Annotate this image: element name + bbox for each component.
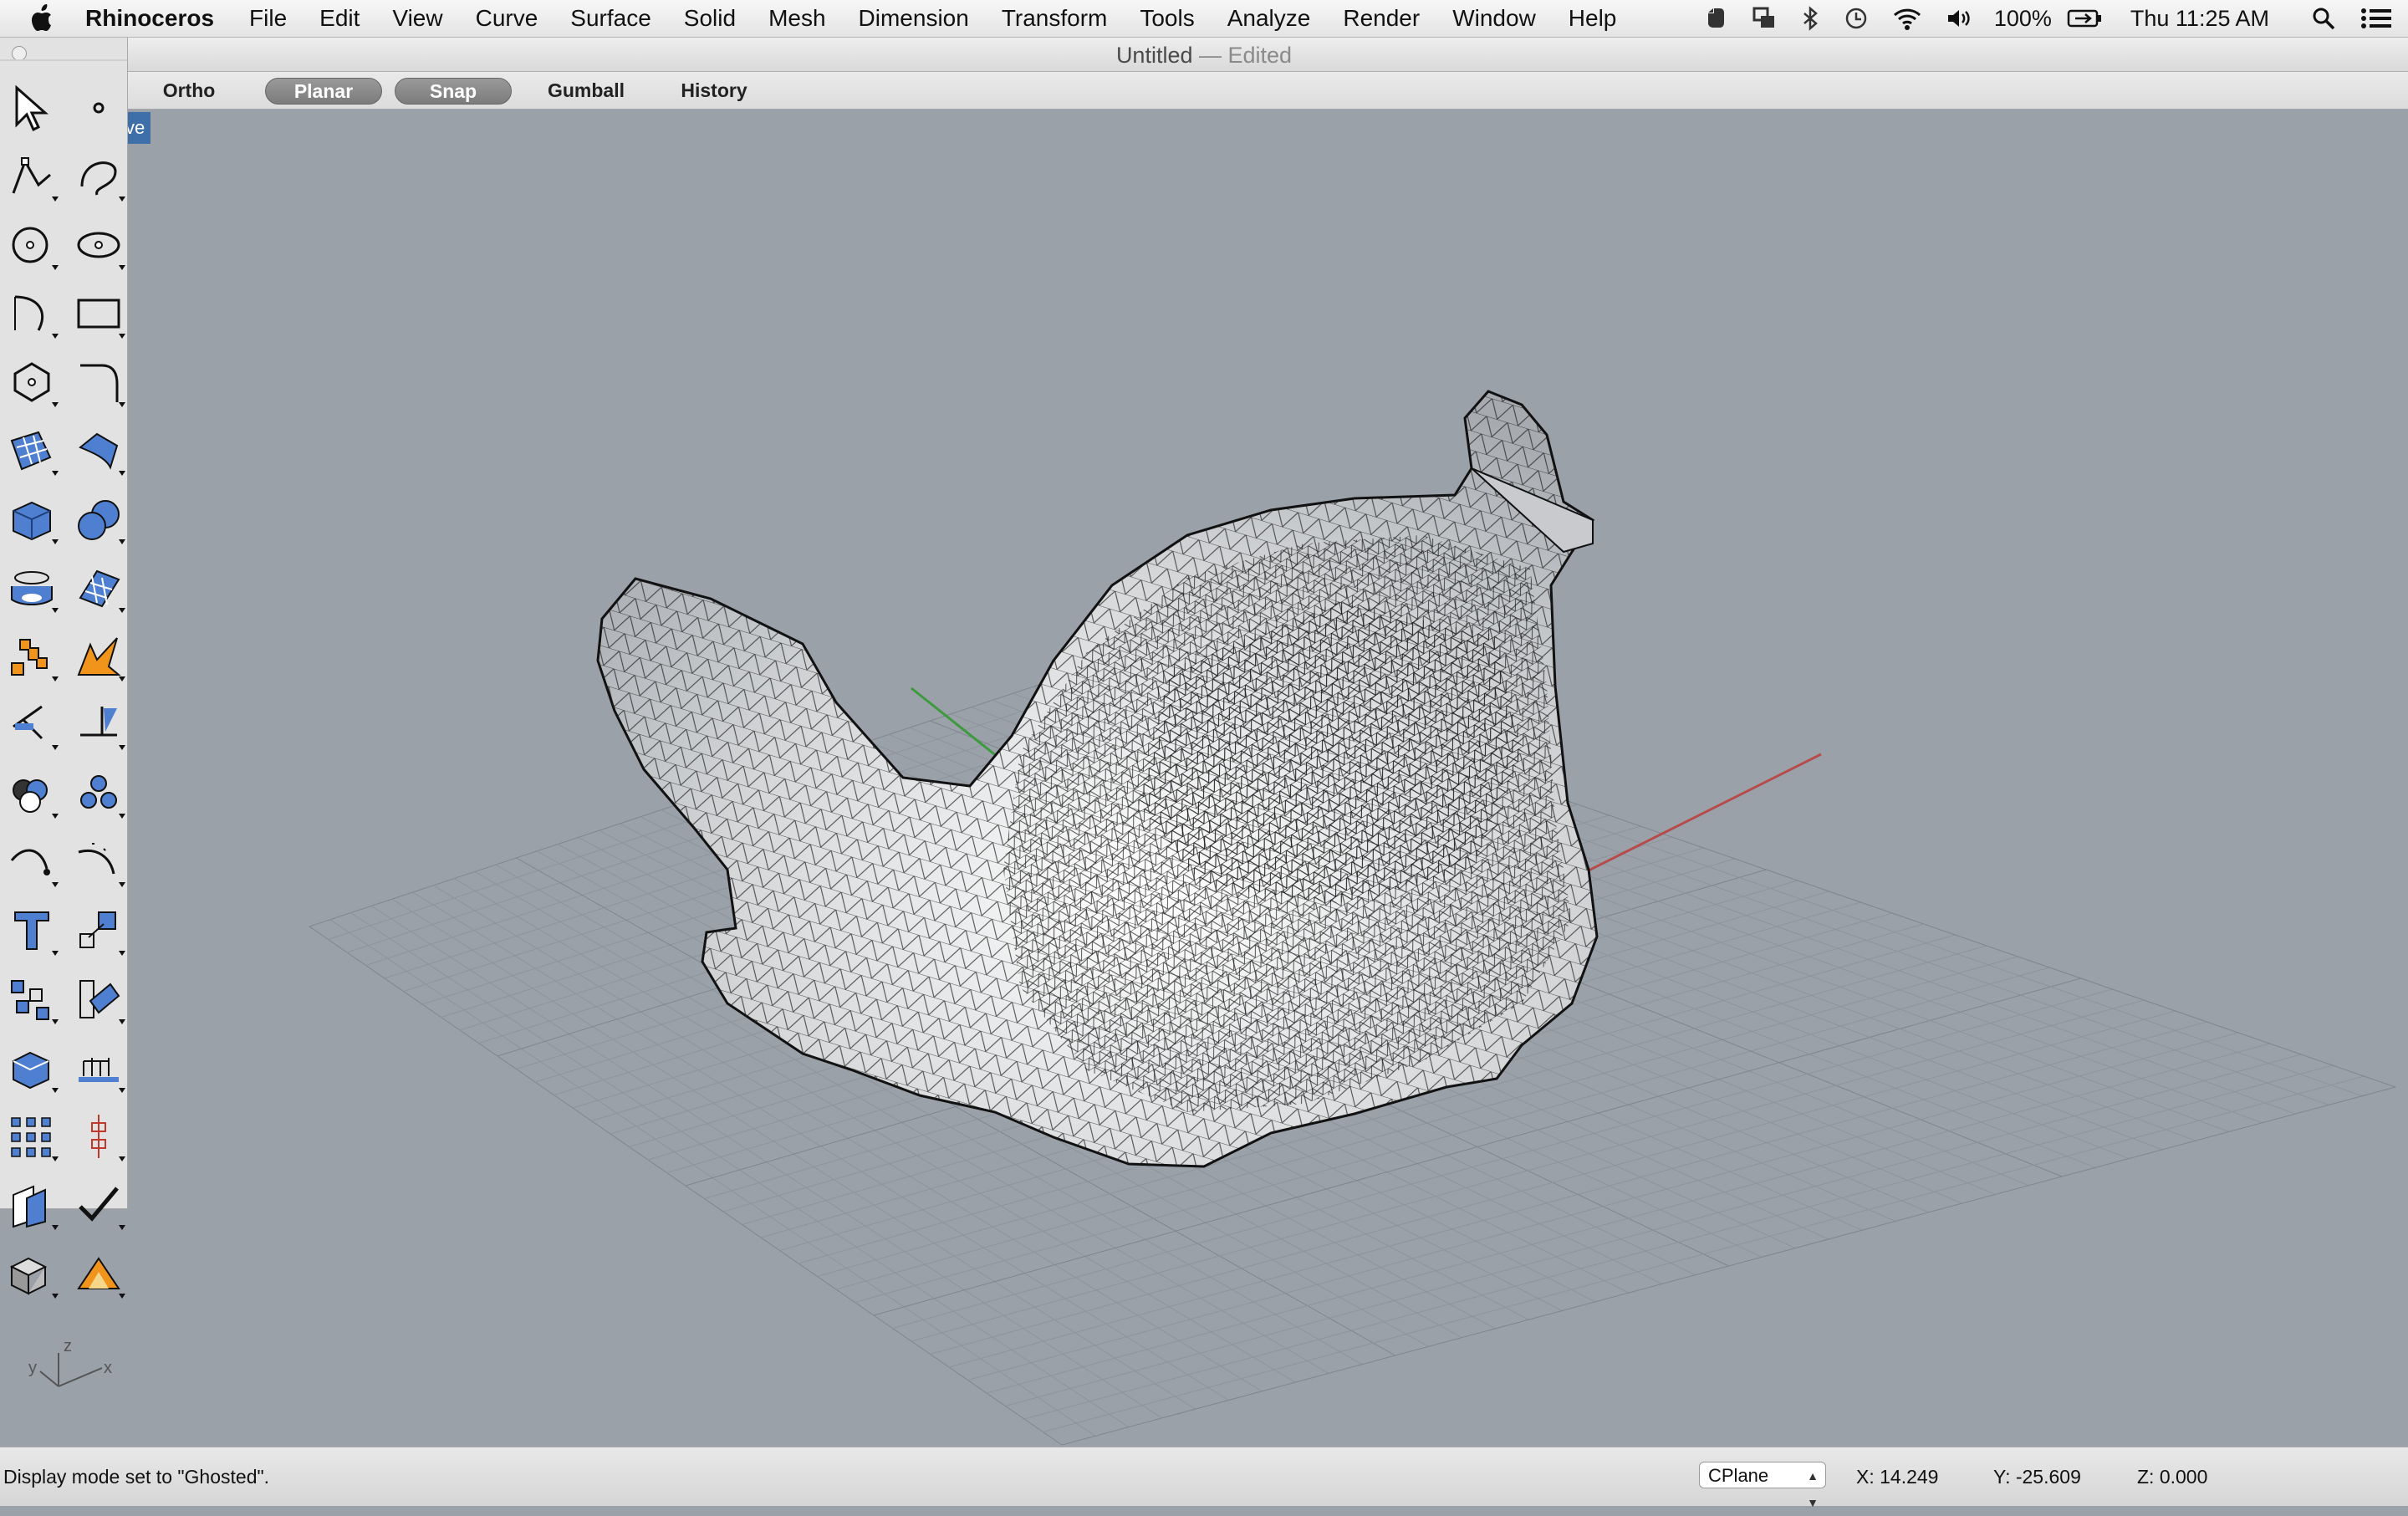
project-tool-icon[interactable] xyxy=(72,972,125,1026)
y-coordinate: Y: -25.609 xyxy=(1993,1466,2081,1488)
dimension-stairs-tool-icon[interactable] xyxy=(72,1041,125,1095)
axis-label-x: x xyxy=(104,1359,112,1377)
apple-icon[interactable] xyxy=(30,4,55,33)
modeling-aids-bar: Ortho Planar Snap Gumball History xyxy=(127,72,2408,110)
boolean-union-tool-icon[interactable] xyxy=(5,767,59,820)
viewport-canvas[interactable]: z y x xyxy=(0,110,2408,1447)
menu-view[interactable]: View xyxy=(392,5,442,32)
menu-dimension[interactable]: Dimension xyxy=(859,5,969,32)
point-tool-icon[interactable] xyxy=(72,81,125,135)
menu-file[interactable]: File xyxy=(249,5,287,32)
polygon-tool-icon[interactable] xyxy=(5,355,59,409)
transform-group-tool-icon[interactable] xyxy=(5,972,59,1026)
axis-label-y: y xyxy=(28,1359,37,1377)
z-coordinate: Z: 0.000 xyxy=(2137,1466,2208,1488)
surface-from-points-tool-icon[interactable] xyxy=(5,424,59,477)
sphere-tool-icon[interactable] xyxy=(72,493,125,546)
app-menu[interactable]: Rhinoceros xyxy=(85,5,214,32)
trim-tool-icon[interactable] xyxy=(5,698,59,752)
clock[interactable]: Thu 11:25 AM xyxy=(2130,6,2269,32)
bluetooth-icon[interactable] xyxy=(1800,6,1820,31)
rectangle-tool-icon[interactable] xyxy=(72,287,125,340)
document-name: Untitled xyxy=(1115,43,1193,68)
snap-toggle[interactable]: Snap xyxy=(395,78,512,105)
notification-list-icon[interactable] xyxy=(2360,6,2393,31)
status-bar: Display mode set to "Ghosted". CPlane ▲ ▼ … xyxy=(0,1447,2408,1509)
x-axis-line xyxy=(1579,753,1822,876)
planar-toggle[interactable]: Planar xyxy=(265,78,382,105)
axis-triad xyxy=(39,1353,103,1387)
menu-render[interactable]: Render xyxy=(1343,5,1420,32)
extrude-surface-tool-icon[interactable] xyxy=(72,424,125,477)
menu-extras: 100% Thu 11:25 AM xyxy=(1691,0,2408,37)
window-title: Untitled — Edited xyxy=(0,43,2408,69)
menu-tools[interactable]: Tools xyxy=(1140,5,1194,32)
curve-blend-tool-icon[interactable] xyxy=(72,835,125,889)
mesh-plane-tool-icon[interactable] xyxy=(72,561,125,615)
ellipse-tool-icon[interactable] xyxy=(72,218,125,272)
boolean-split-tool-icon[interactable] xyxy=(72,767,125,820)
grid-line xyxy=(1061,1086,2396,1446)
menu-bar: Rhinoceros File Edit View Curve Surface … xyxy=(0,0,2408,38)
document-state: Edited xyxy=(1227,43,1293,68)
curve-tool-icon[interactable] xyxy=(72,150,125,203)
battery-percentage: 100% xyxy=(1993,5,2052,31)
viewport-title-tab[interactable]: ve xyxy=(125,112,150,144)
shade-tool-icon[interactable] xyxy=(5,1247,59,1300)
axis-label-z: z xyxy=(64,1337,72,1355)
menu-analyze[interactable]: Analyze xyxy=(1227,5,1311,32)
polyline-tool-icon[interactable] xyxy=(5,150,59,203)
status-message: Display mode set to "Ghosted". xyxy=(3,1466,270,1488)
scale-tool-icon[interactable] xyxy=(72,904,125,957)
array-tool-icon[interactable] xyxy=(5,1110,59,1163)
menu-solid[interactable]: Solid xyxy=(684,5,736,32)
wifi-icon[interactable] xyxy=(1892,6,1922,31)
box-tool-icon[interactable] xyxy=(5,493,59,546)
window-title-bar[interactable]: Untitled — Edited xyxy=(0,38,2408,72)
viewport-title-text: ve xyxy=(125,117,145,138)
cplane-selector[interactable]: CPlane ▲ ▼ xyxy=(1699,1462,1826,1509)
history-toggle[interactable]: History xyxy=(672,78,756,103)
solid-box-tool-icon[interactable] xyxy=(5,1041,59,1095)
title-separator: — xyxy=(1192,43,1228,68)
puzzle-shape-tool-icon[interactable] xyxy=(5,630,59,683)
menu-surface[interactable]: Surface xyxy=(570,5,651,32)
screen-icon[interactable] xyxy=(1752,6,1777,31)
palette-resize-strip xyxy=(0,59,127,61)
text-tool-icon[interactable] xyxy=(5,904,59,957)
mesh-model[interactable] xyxy=(596,390,1599,1168)
menu-mesh[interactable]: Mesh xyxy=(768,5,825,32)
arc-tool-icon[interactable] xyxy=(5,287,59,340)
menu-help[interactable]: Help xyxy=(1569,5,1617,32)
battery-icon[interactable] xyxy=(2067,8,2102,28)
rendered-tool-icon[interactable] xyxy=(72,1247,125,1300)
menu-window[interactable]: Window xyxy=(1452,5,1536,32)
x-coordinate: X: 14.249 xyxy=(1856,1466,1939,1488)
menu-transform[interactable]: Transform xyxy=(1002,5,1108,32)
menu-curve[interactable]: Curve xyxy=(476,5,538,32)
ortho-toggle[interactable]: Ortho xyxy=(157,78,221,103)
time-machine-icon[interactable] xyxy=(1844,6,1869,31)
cylinder-tool-icon[interactable] xyxy=(5,561,59,615)
curve-offset-tool-icon[interactable] xyxy=(5,835,59,889)
split-tool-icon[interactable] xyxy=(72,698,125,752)
frame-tool-icon[interactable] xyxy=(5,1178,59,1232)
evernote-icon[interactable] xyxy=(1703,6,1728,31)
select-arrow-tool-icon[interactable] xyxy=(5,81,59,135)
fillet-tool-icon[interactable] xyxy=(72,355,125,409)
gumball-toggle[interactable]: Gumball xyxy=(540,78,632,103)
cplane-value: CPlane xyxy=(1708,1465,1769,1486)
menu-edit[interactable]: Edit xyxy=(319,5,360,32)
circle-tool-icon[interactable] xyxy=(5,218,59,272)
spotlight-icon[interactable] xyxy=(2311,6,2336,31)
chevron-updown-icon: ▲ ▼ xyxy=(1807,1469,1819,1509)
perspective-viewport[interactable]: z y x xyxy=(0,110,2408,1447)
check-tool-icon[interactable] xyxy=(72,1178,125,1232)
tool-palette xyxy=(0,38,128,1299)
explode-tool-icon[interactable] xyxy=(72,630,125,683)
volume-icon[interactable] xyxy=(1946,6,1971,31)
gumball-tool-icon[interactable] xyxy=(72,1110,125,1163)
